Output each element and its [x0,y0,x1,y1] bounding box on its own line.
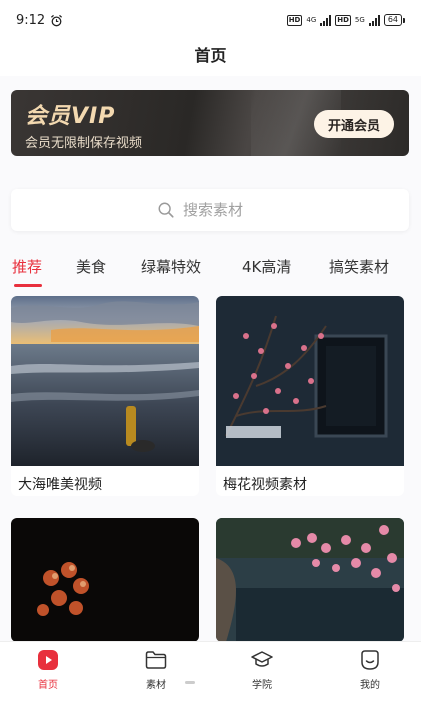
signal-icon-1 [320,14,332,26]
vip-banner[interactable]: 会员VIP 会员无限制保存视频 开通会员 [11,90,409,156]
open-membership-button[interactable]: 开通会员 [314,110,394,138]
search-icon [158,202,174,218]
category-tabs: 推荐 美食 绿幕特效 4K高清 搞笑素材 [0,256,421,292]
folder-icon [145,651,167,669]
battery-level: 64 [383,14,402,26]
graduation-cap-icon [251,651,273,667]
vip-subtitle: 会员无限制保存视频 [25,136,143,151]
alarm-clock-icon [51,14,63,26]
nav-academy[interactable]: 学院 [232,648,292,691]
profile-smile-icon [361,650,379,670]
nav-profile[interactable]: 我的 [340,648,400,691]
vip-title: 会员VIP [25,104,116,129]
status-left: 9:12 [16,13,63,28]
nav-material[interactable]: 素材 [126,648,186,691]
tab-4k[interactable]: 4K高清 [242,256,291,277]
video-card[interactable] [11,518,199,642]
signal-icon-2 [368,14,380,26]
plum-blossom-thumbnail [216,296,404,466]
card-caption: 大海唯美视频 [18,477,102,493]
nav-label: 学院 [252,680,272,691]
search-input[interactable] [183,201,263,219]
search-bar[interactable] [11,189,409,231]
sea-sunset-thumbnail [11,296,199,466]
flower-basket-thumbnail [11,518,199,642]
tab-funny[interactable]: 搞笑素材 [329,256,389,277]
home-play-icon [38,650,58,670]
video-card[interactable] [216,518,404,642]
status-bar: 9:12 HD 4G HD 5G 64 [0,0,421,40]
video-card[interactable]: 梅花视频素材 [216,296,404,496]
battery-icon: 64 [383,14,405,26]
hd-badge-2: HD [335,14,351,26]
tab-active-indicator [14,284,42,287]
hd-badge-1: HD [286,14,303,26]
page-title: 首页 [194,46,227,65]
nav-home[interactable]: 首页 [18,648,78,691]
nav-label: 我的 [360,680,380,691]
bottom-nav: 首页 素材 学院 我的 [0,641,421,714]
nav-label: 首页 [38,680,58,691]
card-caption: 梅花视频素材 [223,477,307,493]
tab-recommend[interactable]: 推荐 [12,256,42,277]
network-type-2: 5G [354,16,365,24]
network-type-1: 4G [306,16,317,24]
nav-label: 素材 [146,680,166,691]
status-time: 9:12 [16,12,46,28]
video-card[interactable]: 大海唯美视频 [11,296,199,496]
home-indicator [185,681,195,684]
tab-food[interactable]: 美食 [76,256,106,277]
blossom-river-thumbnail [216,518,404,642]
status-right: HD 4G HD 5G 64 [286,14,405,26]
tab-green-screen[interactable]: 绿幕特效 [141,256,201,277]
